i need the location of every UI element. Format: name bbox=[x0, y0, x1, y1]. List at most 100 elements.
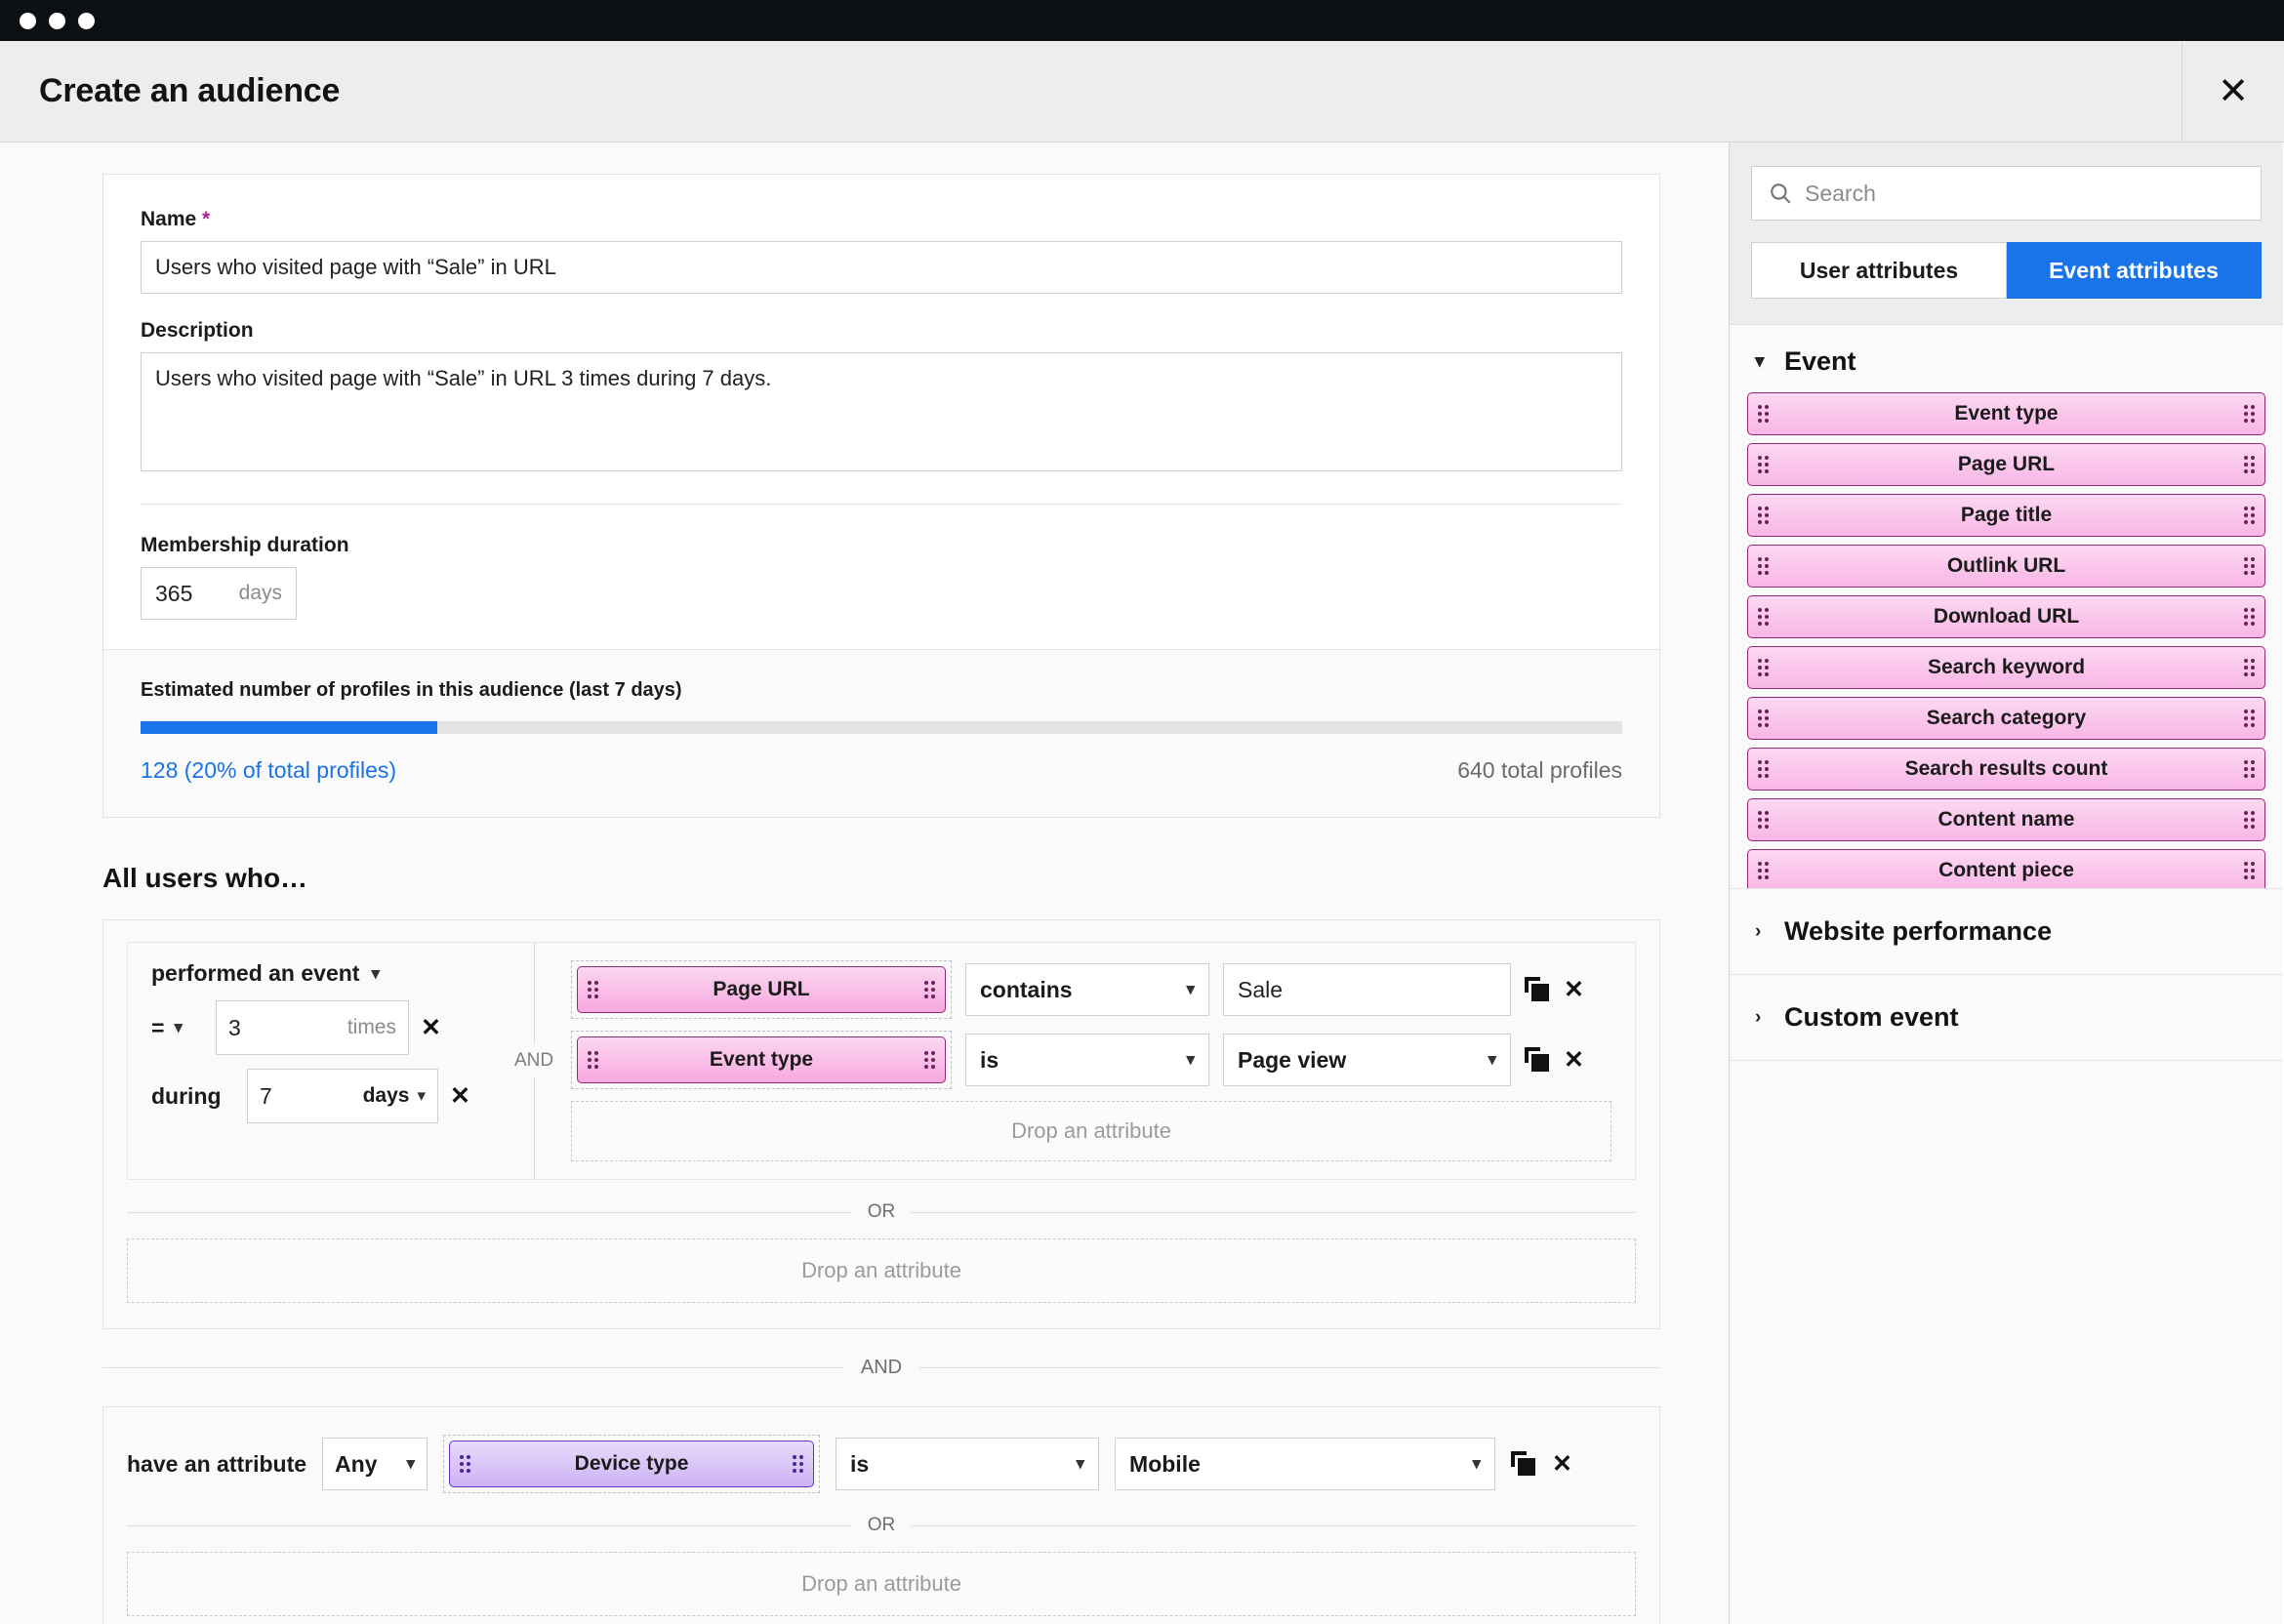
page-title: Create an audience bbox=[39, 72, 341, 109]
close-button[interactable]: ✕ bbox=[2182, 40, 2284, 142]
attribute-value-label: Mobile bbox=[1129, 1450, 1201, 1477]
attribute-group-event-header[interactable]: ▾ Event bbox=[1730, 325, 2283, 392]
drag-handle-icon[interactable] bbox=[1758, 405, 1769, 423]
attribute-drop-slot[interactable]: Device type bbox=[443, 1435, 821, 1493]
remove-rule-icon[interactable]: ✕ bbox=[1564, 975, 1584, 1004]
rule-value-select[interactable]: Page view ▾ bbox=[1223, 1034, 1511, 1086]
remove-count-condition-icon[interactable]: ✕ bbox=[421, 1013, 441, 1042]
attribute-chip[interactable]: Event type bbox=[1747, 392, 2265, 435]
attribute-chip-label: Page URL bbox=[713, 978, 810, 1000]
drag-handle-icon[interactable] bbox=[1758, 862, 1769, 879]
rule-operator-select[interactable]: is ▾ bbox=[965, 1034, 1209, 1086]
drag-handle-icon[interactable] bbox=[1758, 811, 1769, 829]
drag-handle-icon[interactable] bbox=[924, 1051, 935, 1069]
attribute-chip-page-url[interactable]: Page URL bbox=[577, 966, 946, 1013]
rule-row: Event type is ▾ Page view ▾ ✕ bbox=[571, 1031, 1611, 1089]
drag-handle-icon[interactable] bbox=[1758, 557, 1769, 575]
drag-handle-icon[interactable] bbox=[924, 981, 935, 998]
attribute-chip[interactable]: Download URL bbox=[1747, 595, 2265, 638]
drag-handle-icon[interactable] bbox=[1758, 608, 1769, 626]
membership-duration-input[interactable]: 365 days bbox=[141, 567, 297, 620]
drag-handle-icon[interactable] bbox=[793, 1455, 804, 1473]
name-label-text: Name bbox=[141, 208, 197, 230]
window-maximize-dot[interactable] bbox=[78, 12, 95, 29]
subject-select[interactable]: performed an event ▾ bbox=[151, 960, 487, 987]
duplicate-rule-icon[interactable] bbox=[1525, 1047, 1550, 1073]
drag-handle-icon[interactable] bbox=[2244, 862, 2255, 879]
drag-handle-icon[interactable] bbox=[588, 981, 598, 998]
attribute-chip-label: Device type bbox=[574, 1452, 689, 1475]
attribute-group-custom-event[interactable]: › Custom event bbox=[1730, 974, 2283, 1060]
drag-handle-icon[interactable] bbox=[2244, 507, 2255, 524]
group-attribute-dropzone[interactable]: Drop an attribute bbox=[127, 1238, 1636, 1303]
drag-handle-icon[interactable] bbox=[2244, 811, 2255, 829]
or-divider: OR bbox=[127, 1515, 1636, 1536]
attribute-chip-label: Page title bbox=[1960, 504, 2053, 526]
condition-group-2: have an attribute Any ▾ Device type is ▾ bbox=[102, 1406, 1660, 1624]
attribute-value-select[interactable]: Mobile ▾ bbox=[1115, 1438, 1496, 1490]
drag-handle-icon[interactable] bbox=[1758, 760, 1769, 778]
main-panel: Name * Description Membership duration 3… bbox=[0, 142, 1730, 1624]
name-input[interactable] bbox=[141, 241, 1622, 294]
tab-event-attributes[interactable]: Event attributes bbox=[2007, 242, 2262, 299]
drag-handle-icon[interactable] bbox=[2244, 659, 2255, 676]
window-minimize-dot[interactable] bbox=[49, 12, 65, 29]
group-attribute-dropzone[interactable]: Drop an attribute bbox=[127, 1552, 1636, 1616]
search-input[interactable] bbox=[1805, 180, 2245, 207]
drag-handle-icon[interactable] bbox=[1758, 710, 1769, 727]
remove-rule-icon[interactable]: ✕ bbox=[1564, 1045, 1584, 1075]
during-value-input[interactable]: 7 days ▾ bbox=[247, 1069, 438, 1123]
estimate-count-link[interactable]: 128 (20% of total profiles) bbox=[141, 757, 396, 784]
attribute-chip[interactable]: Page URL bbox=[1747, 443, 2265, 486]
chevron-right-icon: › bbox=[1755, 1006, 1762, 1028]
drag-handle-icon[interactable] bbox=[2244, 710, 2255, 727]
description-textarea[interactable] bbox=[141, 352, 1622, 471]
count-condition-row: = ▾ 3 times ✕ bbox=[151, 1000, 487, 1055]
remove-rule-icon[interactable]: ✕ bbox=[1552, 1449, 1572, 1479]
attribute-chip-event-type[interactable]: Event type bbox=[577, 1036, 946, 1083]
attribute-chip[interactable]: Content name bbox=[1747, 798, 2265, 841]
attribute-operator-select[interactable]: is ▾ bbox=[836, 1438, 1100, 1490]
drag-handle-icon[interactable] bbox=[2244, 557, 2255, 575]
chevron-down-icon: ▾ bbox=[1076, 1454, 1085, 1473]
drag-handle-icon[interactable] bbox=[460, 1455, 471, 1473]
attribute-dropzone[interactable]: Drop an attribute bbox=[571, 1101, 1611, 1161]
drag-handle-icon[interactable] bbox=[2244, 405, 2255, 423]
condition-subject-column: performed an event ▾ = ▾ 3 times ✕ durin… bbox=[128, 960, 497, 1161]
count-value: 3 bbox=[228, 1014, 241, 1040]
drag-handle-icon[interactable] bbox=[2244, 760, 2255, 778]
attribute-group-website-performance[interactable]: › Website performance bbox=[1730, 888, 2283, 974]
count-value-input[interactable]: 3 times bbox=[216, 1000, 409, 1055]
chevron-down-icon: ▾ bbox=[1488, 1050, 1496, 1069]
drag-handle-icon[interactable] bbox=[2244, 456, 2255, 473]
close-icon: ✕ bbox=[2218, 70, 2249, 112]
attribute-chip-device-type[interactable]: Device type bbox=[449, 1441, 815, 1487]
membership-duration-unit: days bbox=[238, 582, 282, 604]
drag-handle-icon[interactable] bbox=[1758, 659, 1769, 676]
duplicate-rule-icon[interactable] bbox=[1525, 977, 1550, 1002]
attribute-drop-slot[interactable]: Event type bbox=[571, 1031, 952, 1089]
attribute-chip[interactable]: Page title bbox=[1747, 494, 2265, 537]
attribute-group-event-label: Event bbox=[1784, 346, 1856, 376]
remove-during-condition-icon[interactable]: ✕ bbox=[450, 1081, 470, 1111]
attribute-chip[interactable]: Search category bbox=[1747, 697, 2265, 740]
attribute-group-website-performance-label: Website performance bbox=[1784, 916, 2053, 946]
drag-handle-icon[interactable] bbox=[2244, 608, 2255, 626]
drag-handle-icon[interactable] bbox=[1758, 507, 1769, 524]
rule-operator-select[interactable]: contains ▾ bbox=[965, 963, 1209, 1016]
rule-value-input[interactable] bbox=[1223, 963, 1511, 1016]
drag-handle-icon[interactable] bbox=[588, 1051, 598, 1069]
window-close-dot[interactable] bbox=[20, 12, 36, 29]
attribute-drop-slot[interactable]: Page URL bbox=[571, 960, 952, 1019]
search-box[interactable] bbox=[1751, 166, 2262, 221]
audience-details-card: Name * Description Membership duration 3… bbox=[102, 174, 1660, 818]
drag-handle-icon[interactable] bbox=[1758, 456, 1769, 473]
attribute-chip[interactable]: Search keyword bbox=[1747, 646, 2265, 689]
duplicate-rule-icon[interactable] bbox=[1511, 1451, 1536, 1477]
attribute-any-select[interactable]: Any ▾ bbox=[322, 1438, 428, 1490]
attribute-chip[interactable]: Search results count bbox=[1747, 748, 2265, 791]
attribute-chip[interactable]: Content piece bbox=[1747, 849, 2265, 888]
tab-user-attributes[interactable]: User attributes bbox=[1751, 242, 2007, 299]
count-operator-select[interactable]: = ▾ bbox=[151, 1015, 204, 1041]
attribute-chip[interactable]: Outlink URL bbox=[1747, 545, 2265, 588]
